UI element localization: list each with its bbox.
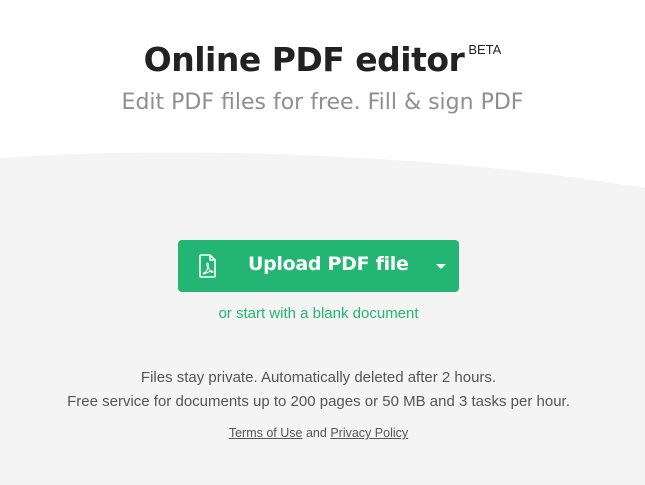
page-title: Online PDF editor (143, 40, 465, 79)
blank-document-link[interactable]: or start with a blank document (0, 305, 637, 322)
terms-of-use-link[interactable]: Terms of Use (229, 426, 303, 440)
upload-pdf-button[interactable]: Upload PDF file (178, 240, 459, 292)
usage-limits-note: Free service for documents up to 200 pag… (67, 393, 570, 410)
upload-dropdown-toggle[interactable] (423, 240, 459, 292)
title-row: Online PDF editor BETA (0, 40, 645, 79)
legal-links: Terms of Use and Privacy Policy (0, 426, 637, 440)
privacy-note: Files stay private. Automatically delete… (140, 369, 497, 386)
legal-conjunction: and (305, 426, 327, 440)
upload-button-label: Upload PDF file (248, 253, 409, 275)
caret-down-icon (436, 263, 446, 269)
beta-badge: BETA (468, 42, 502, 57)
page-subtitle: Edit PDF files for free. Fill & sign PDF (121, 90, 524, 115)
privacy-policy-link[interactable]: Privacy Policy (330, 426, 408, 440)
pdf-file-icon (199, 254, 216, 278)
